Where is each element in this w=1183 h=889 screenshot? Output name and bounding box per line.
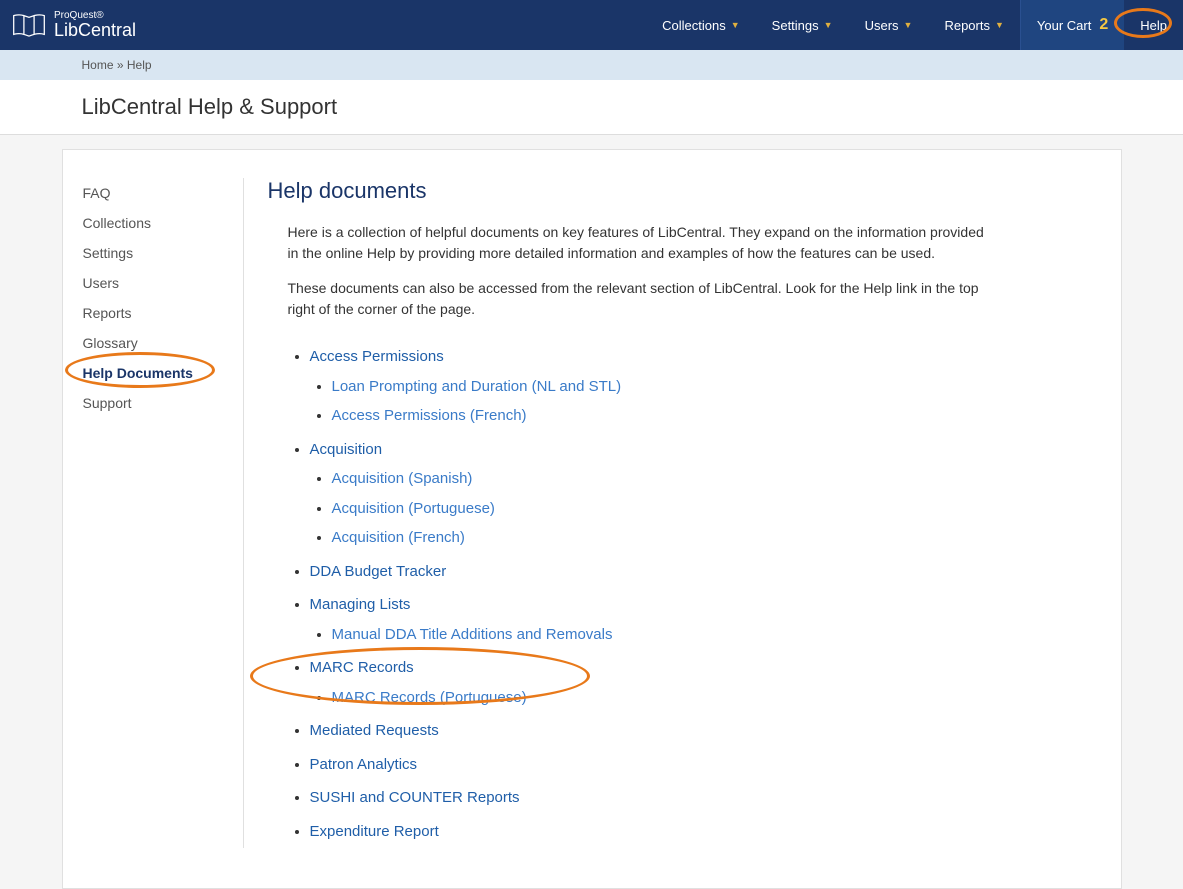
- section-item: SUSHI and COUNTER Reports: [310, 785, 1101, 811]
- book-icon: [12, 11, 46, 39]
- intro-paragraph-2: These documents can also be accessed fro…: [288, 278, 988, 320]
- page-title: LibCentral Help & Support: [62, 94, 1122, 120]
- nav-label: Reports: [944, 18, 990, 33]
- sidebar-item-reports[interactable]: Reports: [83, 298, 235, 328]
- section-item: Mediated Requests: [310, 718, 1101, 744]
- section-link-dda-budget-tracker[interactable]: DDA Budget Tracker: [310, 563, 447, 580]
- section-subitem: MARC Records (Portuguese): [332, 685, 1101, 711]
- breadcrumb: Home » Help: [62, 58, 1122, 72]
- help-sidebar: FAQCollectionsSettingsUsersReportsGlossa…: [83, 178, 243, 848]
- intro-paragraph-1: Here is a collection of helpful document…: [288, 222, 988, 264]
- section-item: AcquisitionAcquisition (Spanish)Acquisit…: [310, 437, 1101, 551]
- content-heading: Help documents: [268, 178, 1101, 204]
- section-item: Access Permissions Loan Prompting and Dur…: [310, 344, 1101, 429]
- section-sublist: Manual DDA Title Additions and Removals: [310, 622, 1101, 648]
- section-sublink[interactable]: Access Permissions (French): [332, 407, 527, 424]
- main-content-wrap: FAQCollectionsSettingsUsersReportsGlossa…: [62, 149, 1122, 889]
- nav-label: Collections: [662, 18, 726, 33]
- section-sublink[interactable]: Acquisition (Portuguese): [332, 500, 495, 517]
- logo-area[interactable]: ProQuest® LibCentral: [0, 11, 136, 39]
- sidebar-item-settings[interactable]: Settings: [83, 238, 235, 268]
- cart-label: Your Cart: [1037, 18, 1091, 33]
- section-item: MARC Records MARC Records (Portuguese): [310, 655, 1101, 710]
- nav-item-reports[interactable]: Reports ▼: [928, 0, 1019, 50]
- section-link-managing-lists[interactable]: Managing Lists: [310, 596, 411, 613]
- sidebar-item-faq[interactable]: FAQ: [83, 178, 235, 208]
- highlight-circle-sidebar: [65, 352, 215, 388]
- sidebar-item-help-documents[interactable]: Help Documents: [83, 358, 235, 388]
- nav-right: Collections ▼ Settings ▼ Users ▼ Reports ▼ Your…: [646, 0, 1183, 50]
- section-subitem: Acquisition (French): [332, 525, 1101, 551]
- section-item: DDA Budget Tracker: [310, 559, 1101, 585]
- nav-label: Settings: [772, 18, 819, 33]
- section-link-patron-analytics[interactable]: Patron Analytics: [310, 756, 418, 773]
- section-link-acquisition[interactable]: Acquisition: [310, 441, 383, 458]
- section-link-expenditure-report[interactable]: Expenditure Report: [310, 823, 439, 840]
- section-sublink[interactable]: Acquisition (Spanish): [332, 470, 473, 487]
- nav-label: Users: [865, 18, 899, 33]
- top-navbar: ProQuest® LibCentral Collections▼Setting…: [0, 0, 1183, 50]
- help-link[interactable]: Help: [1124, 0, 1183, 50]
- sidebar-item-support[interactable]: Support: [83, 388, 235, 418]
- section-sublink[interactable]: Acquisition (French): [332, 529, 465, 546]
- sidebar-item-collections[interactable]: Collections: [83, 208, 235, 238]
- section-link-marc-records[interactable]: MARC Records: [310, 659, 414, 676]
- section-sublist: MARC Records (Portuguese): [310, 685, 1101, 711]
- section-sublist: Acquisition (Spanish) Acquisition (Portug…: [310, 466, 1101, 551]
- nav-item-users[interactable]: Users ▼: [849, 0, 929, 50]
- section-item: Managing Lists Manual DDA Title Additions…: [310, 592, 1101, 647]
- help-content: Help documents Here is a collection of h…: [243, 178, 1101, 848]
- section-item: Patron Analytics: [310, 752, 1101, 778]
- chevron-down-icon: ▼: [904, 20, 913, 30]
- help-sections-list: Access Permissions Loan Prompting and Dur…: [288, 344, 1101, 844]
- section-link-mediated-requests[interactable]: Mediated Requests: [310, 722, 439, 739]
- section-sublink[interactable]: MARC Records (Portuguese): [332, 689, 527, 706]
- breadcrumb-current: Help: [127, 58, 152, 72]
- nav-item-collections[interactable]: Collections ▼: [646, 0, 756, 50]
- cart-count: 2: [1099, 16, 1108, 34]
- section-sublink[interactable]: Loan Prompting and Duration (NL and STL): [332, 378, 622, 395]
- section-sublist: Loan Prompting and Duration (NL and STL)…: [310, 374, 1101, 429]
- title-bar: LibCentral Help & Support: [0, 80, 1183, 135]
- section-subitem: Acquisition (Spanish): [332, 466, 1101, 492]
- brand-label-large: LibCentral: [54, 21, 136, 39]
- section-subitem: Acquisition (Portuguese): [332, 496, 1101, 522]
- section-subitem: Access Permissions (French): [332, 403, 1101, 429]
- breadcrumb-home[interactable]: Home: [82, 58, 114, 72]
- cart-link[interactable]: Your Cart 2: [1020, 0, 1124, 50]
- chevron-down-icon: ▼: [731, 20, 740, 30]
- chevron-down-icon: ▼: [995, 20, 1004, 30]
- breadcrumb-sep: »: [114, 58, 127, 72]
- breadcrumb-bar: Home » Help: [0, 50, 1183, 80]
- section-link-access-permissions[interactable]: Access Permissions: [310, 348, 444, 365]
- section-subitem: Manual DDA Title Additions and Removals: [332, 622, 1101, 648]
- nav-item-settings[interactable]: Settings ▼: [756, 0, 849, 50]
- section-item: Expenditure Report: [310, 819, 1101, 845]
- sidebar-item-glossary[interactable]: Glossary: [83, 328, 235, 358]
- section-subitem: Loan Prompting and Duration (NL and STL): [332, 374, 1101, 400]
- sidebar-item-users[interactable]: Users: [83, 268, 235, 298]
- help-label: Help: [1140, 18, 1167, 33]
- section-sublink[interactable]: Manual DDA Title Additions and Removals: [332, 626, 613, 643]
- section-link-sushi-and-counter-reports[interactable]: SUSHI and COUNTER Reports: [310, 789, 520, 806]
- chevron-down-icon: ▼: [824, 20, 833, 30]
